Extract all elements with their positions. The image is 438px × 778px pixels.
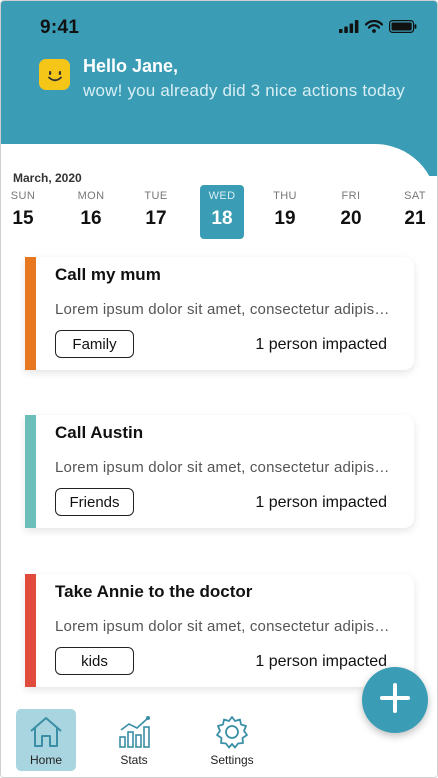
day-date: 17 [145,208,167,229]
day-date: 20 [340,208,362,229]
tab-label: Stats [120,753,148,767]
app-frame: 9:41 Hello Jane, wow! you already did 3 … [0,0,438,778]
action-tag[interactable]: Family [55,330,134,358]
home-icon [28,715,64,754]
tab-home[interactable]: Home [16,709,76,771]
day-mon[interactable]: MON 16 [69,185,113,239]
stats-icon [117,715,153,754]
category-color-bar [25,257,36,370]
gear-icon [214,715,250,754]
status-bar: 9:41 [1,1,437,49]
day-wed-selected[interactable]: WED 18 [200,185,244,239]
day-name: FRI [341,190,361,202]
day-date: 15 [12,208,34,229]
tab-label: Home [29,753,62,767]
day-sat[interactable]: SAT 21 [393,185,437,239]
action-card[interactable]: Take Annie to the doctor Lorem ipsum dol… [25,574,414,687]
status-icons [339,20,417,38]
wifi-icon [364,20,384,38]
tab-settings[interactable]: Settings [202,709,262,771]
action-title: Take Annie to the doctor [55,582,253,601]
day-date: 19 [274,208,296,229]
calendar-month: March, 2020 [13,171,82,185]
action-impact: 1 person impacted [255,494,387,511]
day-date: 16 [80,208,102,229]
action-impact: 1 person impacted [255,653,387,670]
day-name: MON [77,190,105,202]
action-title: Call Austin [55,423,144,442]
day-tue[interactable]: TUE 17 [134,185,178,239]
day-sun[interactable]: SUN 15 [1,185,45,239]
add-action-button[interactable] [362,667,428,733]
category-color-bar [25,415,36,528]
day-thu[interactable]: THU 19 [263,185,307,239]
action-description: Lorem ipsum dolor sit amet, consectetur … [55,459,395,476]
greeting-title: Hello Jane, [83,56,179,76]
action-card[interactable]: Call my mum Lorem ipsum dolor sit amet, … [25,257,414,370]
day-fri[interactable]: FRI 20 [329,185,373,239]
action-tag[interactable]: kids [55,647,134,675]
week-strip: SUN 15 MON 16 TUE 17 WED 18 THU 19 FRI 2… [1,185,437,241]
day-name: SUN [10,190,36,202]
signal-icon [339,20,359,38]
greeting-subtitle: wow! you already did 3 nice actions toda… [83,81,405,100]
battery-icon [389,20,417,38]
day-name: THU [273,190,297,202]
day-date: 18 [211,208,233,229]
plus-icon [378,681,412,720]
tab-stats[interactable]: Stats [104,709,164,771]
day-name: SAT [404,190,426,202]
action-card[interactable]: Call Austin Lorem ipsum dolor sit amet, … [25,415,414,528]
status-time: 9:41 [40,17,80,38]
action-description: Lorem ipsum dolor sit amet, consectetur … [55,301,395,318]
category-color-bar [25,574,36,687]
day-name: TUE [144,190,168,202]
smiley-icon [39,59,70,90]
action-title: Call my mum [55,265,161,284]
day-name: WED [208,190,236,202]
action-impact: 1 person impacted [255,336,387,353]
tab-label: Settings [210,753,254,767]
action-description: Lorem ipsum dolor sit amet, consectetur … [55,618,395,635]
day-date: 21 [404,208,426,229]
action-tag[interactable]: Friends [55,488,134,516]
